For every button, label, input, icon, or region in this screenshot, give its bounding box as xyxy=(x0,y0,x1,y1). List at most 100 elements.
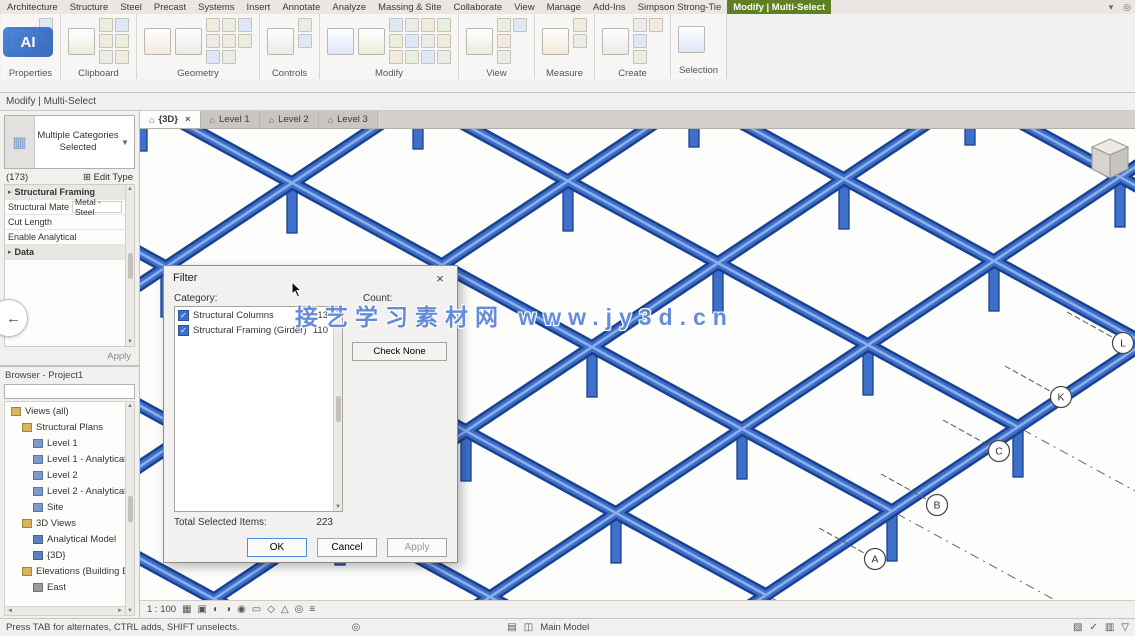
checkbox-checked-icon[interactable]: ✓ xyxy=(178,310,189,321)
worksets-icon[interactable]: ▤ xyxy=(507,622,516,633)
tool-icon-small[interactable] xyxy=(298,18,312,32)
tree-item-analytical-model[interactable]: Analytical Model xyxy=(5,531,125,547)
checkbox-checked-icon[interactable]: ✓ xyxy=(178,325,189,336)
tool-icon-small[interactable] xyxy=(389,18,403,32)
ribbon-tab-insert[interactable]: Insert xyxy=(241,0,277,14)
ribbon-tab-structure[interactable]: Structure xyxy=(64,0,115,14)
tool-icon-big[interactable] xyxy=(678,26,705,53)
tool-icon-big[interactable] xyxy=(358,28,385,55)
tool-icon-small[interactable] xyxy=(405,18,419,32)
tool-icon-small[interactable] xyxy=(497,50,511,64)
tool-icon-big[interactable] xyxy=(175,28,202,55)
visual-style-icon[interactable]: ▣ xyxy=(198,604,207,615)
exclude-options-icon[interactable]: ▥ xyxy=(1105,622,1114,633)
scroll-up-icon[interactable]: ▲ xyxy=(127,403,133,409)
tool-icon-small[interactable] xyxy=(298,34,312,48)
tree-item-3d[interactable]: {3D} xyxy=(5,547,125,563)
instance-count[interactable]: (173) xyxy=(6,172,28,183)
tool-icon-small[interactable] xyxy=(649,18,663,32)
ribbon-tab-systems[interactable]: Systems xyxy=(192,0,240,14)
tool-icon-small[interactable] xyxy=(513,18,527,32)
tool-icon-small[interactable] xyxy=(497,34,511,48)
tool-icon-small[interactable] xyxy=(573,34,587,48)
tool-icon-big[interactable] xyxy=(144,28,171,55)
scroll-up-icon[interactable]: ▲ xyxy=(127,186,133,192)
scroll-down-icon[interactable]: ▼ xyxy=(127,608,133,614)
filter-list-scrollbar[interactable]: ▲▼ xyxy=(333,307,342,511)
viewcube[interactable] xyxy=(1092,139,1128,178)
tool-icon-small[interactable] xyxy=(421,50,435,64)
property-row-enable-analytical[interactable]: Enable Analytical xyxy=(5,230,125,245)
cancel-button[interactable]: Cancel xyxy=(317,538,377,557)
tool-icon-small[interactable] xyxy=(206,18,220,32)
filter-item-structural-framing-girder[interactable]: ✓Structural Framing (Girder)110 xyxy=(175,323,331,338)
tool-icon-small[interactable] xyxy=(389,34,403,48)
crop-visibility-icon[interactable]: ◇ xyxy=(267,604,275,615)
release-borrowed-icon[interactable]: ▧ xyxy=(1073,622,1082,633)
filter-dialog[interactable]: Filter × Category: Count: ▲▼ ✓Structural… xyxy=(163,265,458,563)
tool-icon-small[interactable] xyxy=(421,34,435,48)
tool-icon-small[interactable] xyxy=(99,50,113,64)
view-tab-level-1[interactable]: ⌂Level 1 xyxy=(201,111,260,128)
ribbon-tab-active[interactable]: Modify | Multi-Select xyxy=(727,0,831,14)
browser-scrollbar[interactable]: ▲▼ xyxy=(125,402,134,615)
scroll-thumb[interactable] xyxy=(128,253,133,279)
reveal-hidden-icon[interactable]: ◎ xyxy=(295,604,304,615)
rendering-icon[interactable]: ◉ xyxy=(237,604,246,615)
ribbon-tab-view[interactable]: View xyxy=(508,0,540,14)
scroll-right-icon[interactable]: ► xyxy=(117,608,123,614)
view-tab-level-3[interactable]: ⌂Level 3 xyxy=(319,111,378,128)
tool-icon-small[interactable] xyxy=(222,34,236,48)
tool-icon-small[interactable] xyxy=(437,50,451,64)
scroll-down-icon[interactable]: ▼ xyxy=(127,339,133,345)
chevron-down-icon[interactable]: ▼ xyxy=(121,138,134,147)
tool-icon-small[interactable] xyxy=(437,34,451,48)
tool-icon-small[interactable] xyxy=(238,34,252,48)
tool-icon-small[interactable] xyxy=(633,18,647,32)
scroll-thumb[interactable] xyxy=(336,396,341,422)
tree-item-east[interactable]: East xyxy=(5,579,125,595)
close-view-icon[interactable]: × xyxy=(185,114,191,125)
browser-hscrollbar[interactable]: ◄► xyxy=(5,606,125,615)
dialog-close-icon[interactable]: × xyxy=(432,271,448,286)
tool-icon-small[interactable] xyxy=(573,18,587,32)
property-value[interactable]: Metal - Steel xyxy=(72,201,122,213)
dialog-apply-button[interactable]: Apply xyxy=(387,538,447,557)
tool-icon-small[interactable] xyxy=(99,18,113,32)
filter-item-structural-columns[interactable]: ✓Structural Columns113 xyxy=(175,308,331,323)
tool-icon-big[interactable] xyxy=(542,28,569,55)
ribbon-tab-precast[interactable]: Precast xyxy=(148,0,192,14)
design-options-icon[interactable]: ◫ xyxy=(524,622,533,633)
tree-item-level-1[interactable]: Level 1 xyxy=(5,435,125,451)
view-tab-level-2[interactable]: ⌂Level 2 xyxy=(260,111,319,128)
edit-type-button[interactable]: ⊞ Edit Type xyxy=(83,172,133,183)
browser-search-input[interactable] xyxy=(4,384,135,399)
ribbon-tab-add-ins[interactable]: Add-Ins xyxy=(587,0,632,14)
tool-icon-small[interactable] xyxy=(421,18,435,32)
tool-icon-small[interactable] xyxy=(405,34,419,48)
editable-only-checkbox[interactable]: ✓ xyxy=(1089,622,1097,633)
tree-item-level-2[interactable]: Level 2 xyxy=(5,467,125,483)
dialog-titlebar[interactable]: Filter × xyxy=(164,266,457,290)
ribbon-tab-collaborate[interactable]: Collaborate xyxy=(448,0,509,14)
tool-icon-big[interactable] xyxy=(466,28,493,55)
tool-icon-big[interactable] xyxy=(267,28,294,55)
scroll-up-icon[interactable]: ▲ xyxy=(335,308,341,314)
tool-icon-small[interactable] xyxy=(115,50,129,64)
grid-bubble-k[interactable]: K xyxy=(1005,366,1072,408)
ribbon-tab-annotate[interactable]: Annotate xyxy=(276,0,326,14)
help-icon[interactable]: ◎ xyxy=(1119,0,1135,14)
tree-item-structural-plans[interactable]: Structural Plans xyxy=(5,419,125,435)
tool-icon-big[interactable] xyxy=(602,28,629,55)
scroll-left-icon[interactable]: ◄ xyxy=(7,608,13,614)
tool-icon-small[interactable] xyxy=(115,34,129,48)
property-row-cut-length[interactable]: Cut Length xyxy=(5,215,125,230)
detail-level-icon[interactable]: ▦ xyxy=(182,604,191,615)
scale-label[interactable]: 1 : 100 xyxy=(147,604,176,615)
property-row-data[interactable]: ▸Data xyxy=(5,245,125,260)
apply-button[interactable]: Apply xyxy=(107,351,131,362)
crop-region-icon[interactable]: ▭ xyxy=(252,604,261,615)
ribbon-tab-architecture[interactable]: Architecture xyxy=(1,0,64,14)
scroll-down-icon[interactable]: ▼ xyxy=(335,504,341,510)
tool-icon-small[interactable] xyxy=(206,50,220,64)
